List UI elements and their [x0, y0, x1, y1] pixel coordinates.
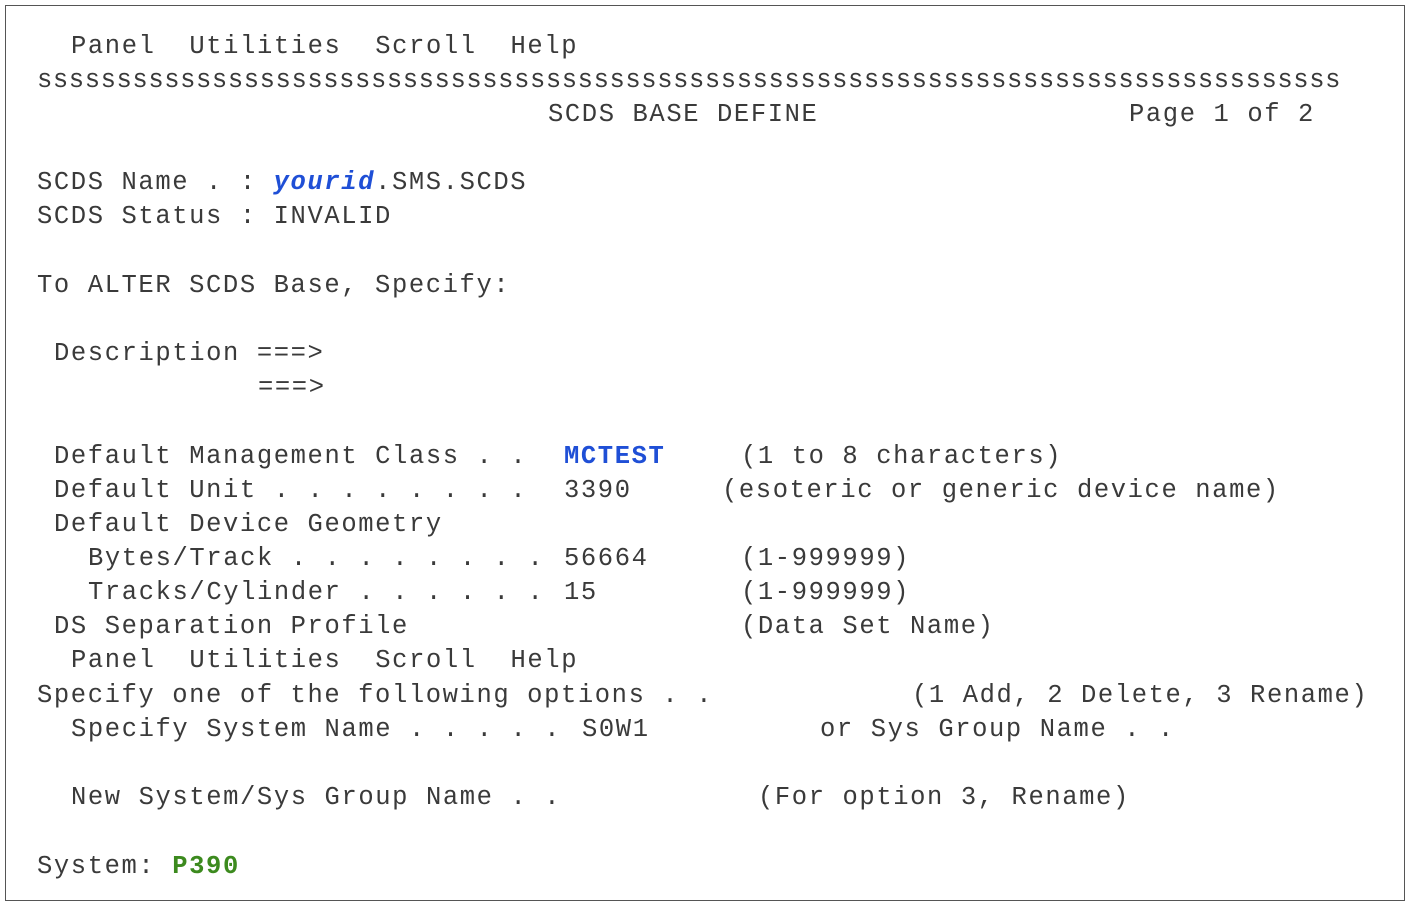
menu-panel[interactable]: Panel	[71, 32, 156, 61]
footer-system-value: P390	[172, 852, 240, 881]
default-unit-hint: (esoteric or generic device name)	[722, 476, 1280, 505]
description-field-cont[interactable]: ===>	[258, 373, 326, 403]
page-indicator: Page 1 of 2	[1129, 100, 1315, 129]
menu-help[interactable]: Help	[511, 32, 579, 61]
option-hint: (1 Add, 2 Delete, 3 Rename)	[912, 681, 1369, 710]
ds-separation-label: DS Separation Profile	[54, 612, 409, 641]
new-system-hint: (For option 3, Rename)	[758, 783, 1130, 812]
panel-title: SCDS BASE DEFINE	[548, 100, 819, 129]
scds-status-label: SCDS Status :	[37, 202, 257, 231]
scds-name-row: SCDS Name . : yourid.SMS.SCDS	[37, 168, 527, 198]
system-name-label: Specify System Name . . . . .	[71, 715, 562, 744]
option-label: Specify one of the following options . .	[37, 681, 714, 710]
scds-name-rest: .SMS.SCDS	[375, 168, 528, 197]
menu2-help[interactable]: Help	[511, 646, 579, 675]
alter-instruction: To ALTER SCDS Base, Specify:	[37, 271, 511, 300]
menu-utilities[interactable]: Utilities	[189, 32, 341, 61]
terminal-panel: Panel Utilities Scroll Help ssssssssssss…	[5, 5, 1405, 901]
menu-bar-second: Panel Utilities Scroll Help	[71, 646, 578, 676]
menu-scroll[interactable]: Scroll	[375, 32, 476, 61]
new-system-label: New System/Sys Group Name . .	[71, 783, 562, 812]
default-unit-label: Default Unit . . . . . . . .	[54, 476, 528, 505]
tracks-cylinder-value[interactable]: 15	[564, 578, 598, 608]
menu2-panel[interactable]: Panel	[71, 646, 156, 675]
tracks-cylinder-hint: (1-999999)	[741, 578, 911, 607]
device-geometry-label: Default Device Geometry	[54, 510, 443, 539]
sys-group-label: or Sys Group Name . .	[820, 715, 1175, 744]
description-field[interactable]: Description ===>	[54, 339, 324, 369]
bytes-track-hint: (1-999999)	[741, 544, 911, 573]
menu-separator: ssssssssssssssssssssssssssssssssssssssss…	[37, 66, 1342, 95]
footer-system: System: P390	[37, 852, 240, 882]
menu2-utilities[interactable]: Utilities	[189, 646, 341, 675]
menu2-scroll[interactable]: Scroll	[375, 646, 476, 675]
footer-system-label: System:	[37, 852, 156, 881]
ds-separation-hint: (Data Set Name)	[741, 612, 995, 641]
scds-name-label: SCDS Name . :	[37, 168, 257, 197]
mgmt-class-value[interactable]: MCTEST	[564, 442, 665, 472]
bytes-track-label: Bytes/Track . . . . . . . .	[88, 544, 545, 573]
scds-status-row: SCDS Status : INVALID	[37, 202, 392, 232]
default-unit-value[interactable]: 3390	[564, 476, 632, 506]
tracks-cylinder-label: Tracks/Cylinder . . . . . .	[88, 578, 545, 607]
scds-status-value: INVALID	[273, 202, 392, 231]
scds-name-user[interactable]: yourid	[274, 168, 375, 197]
mgmt-class-hint: (1 to 8 characters)	[741, 442, 1063, 471]
system-name-value[interactable]: S0W1	[582, 715, 650, 745]
menu-bar-top: Panel Utilities Scroll Help	[71, 32, 578, 62]
bytes-track-value[interactable]: 56664	[564, 544, 649, 574]
mgmt-class-label: Default Management Class . .	[54, 442, 528, 471]
